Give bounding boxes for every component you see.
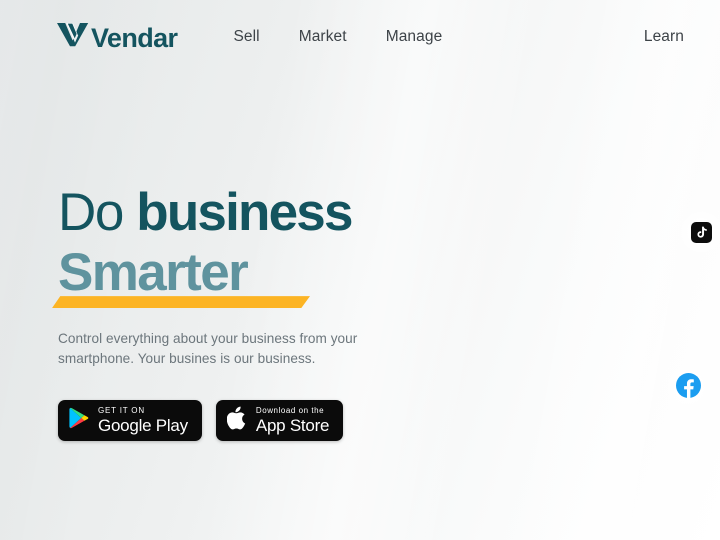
nav-link-list: Sell Market Manage (233, 28, 442, 46)
nav-item-market[interactable]: Market (299, 28, 347, 45)
tiktok-icon (690, 221, 712, 243)
google-play-badge[interactable]: GET IT ON Google Play (58, 400, 202, 442)
apple-logo-icon (226, 406, 247, 435)
store-badge-group: GET IT ON Google Play Download on the Ap… (58, 400, 488, 442)
social-link-tiktok[interactable] (678, 209, 720, 255)
hero-subcopy: Control everything about your business f… (58, 331, 358, 367)
google-play-badge-top-label: GET IT ON (98, 405, 145, 415)
nav-item-manage[interactable]: Manage (386, 28, 443, 45)
app-store-badge[interactable]: Download on the App Store (215, 400, 344, 442)
app-store-badge-top-label: Download on the (255, 405, 325, 415)
hero-headline-line-1: Do business (58, 183, 488, 242)
headline-word-do: Do (58, 183, 124, 242)
social-link-facebook[interactable] (665, 365, 711, 411)
facebook-icon (675, 373, 701, 403)
brand-logo[interactable]: Vendar (56, 21, 178, 53)
google-play-badge-text: GET IT ON Google Play (98, 405, 188, 435)
headline-word-smarter: Smarter (58, 243, 249, 303)
hero-section: Do business Smarter Control everything a… (52, 183, 488, 442)
vendar-chevron-logo-icon (56, 21, 90, 53)
top-navigation-bar: Vendar Sell Market Manage Learn (0, 0, 720, 74)
hero-headline-line-2: Smarter (52, 243, 310, 309)
app-store-badge-text: Download on the App Store (255, 405, 330, 435)
brand-name: Vendar (91, 22, 178, 53)
google-play-badge-main-label: Google Play (98, 415, 188, 435)
page-background: Vendar Sell Market Manage Learn Do busin… (0, 0, 720, 540)
nav-item-learn[interactable]: Learn (644, 28, 684, 46)
headline-word-business: business (136, 183, 353, 242)
nav-item-sell[interactable]: Sell (233, 28, 259, 45)
google-play-icon (69, 407, 89, 434)
app-store-badge-main-label: App Store (255, 415, 330, 435)
